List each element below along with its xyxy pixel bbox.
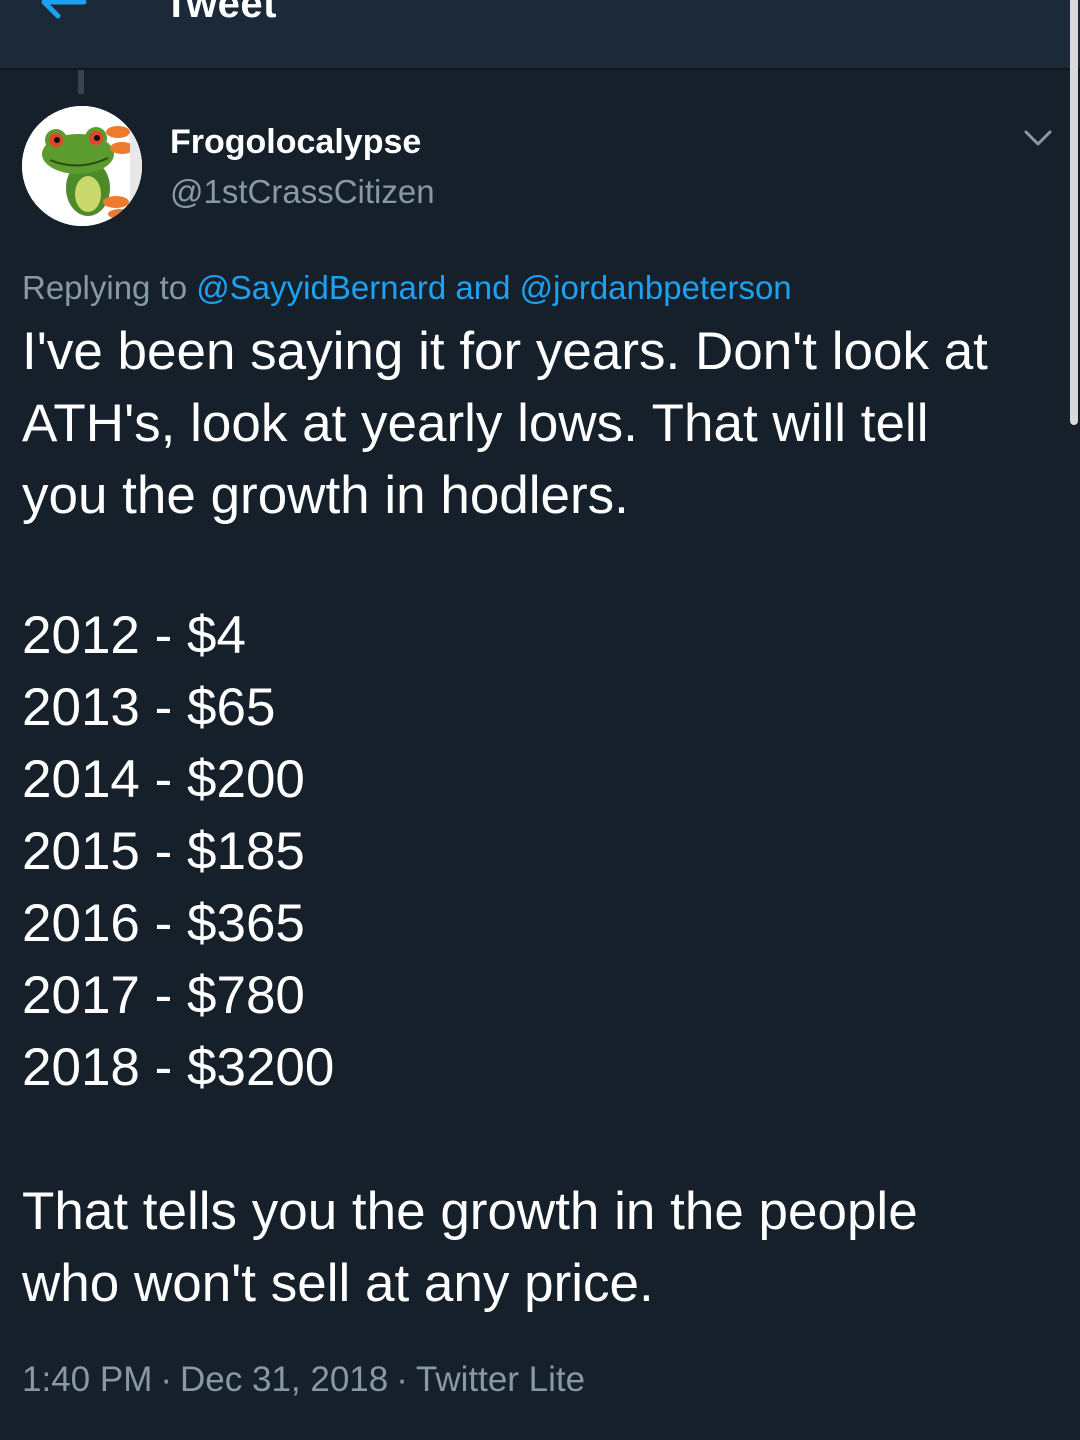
display-name[interactable]: Frogolocalypse [170, 122, 421, 162]
scrollbar-thumb[interactable] [1070, 0, 1078, 425]
tweet-metadata: 1:40 PM · Dec 31, 2018 · Twitter Lite [22, 1358, 585, 1402]
list-item: 2016 - $365 [22, 894, 305, 953]
back-arrow-icon[interactable] [36, 0, 88, 22]
top-bar: Tweet [0, 0, 1080, 70]
list-item: 2013 - $65 [22, 678, 276, 737]
tweet-intro-paragraph: I've been saying it for years. Don't loo… [22, 322, 988, 525]
tweet-body-intro: I've been saying it for years. Don't loo… [22, 316, 1052, 532]
list-item: 2015 - $185 [22, 822, 305, 881]
frog-avatar-icon [22, 106, 142, 226]
list-item: 2012 - $4 [22, 606, 246, 665]
tweet-body-closing: That tells you the growth in the people … [22, 1176, 1052, 1320]
list-item: 2018 - $3200 [22, 1038, 335, 1097]
thread-connector-line [78, 70, 84, 94]
mention-link-sayyidbernard[interactable]: @SayyidBernard [196, 269, 446, 306]
tweet-detail-screen: Tweet Frogolocalypse @1stCrassCitizen Re… [0, 0, 1080, 1440]
yearly-lows-list: 2012 - $4 2013 - $65 2014 - $200 2015 - … [22, 600, 334, 1104]
replying-to-label: Replying to [22, 269, 188, 306]
user-handle[interactable]: @1stCrassCitizen [170, 172, 435, 212]
meta-separator: · [160, 1360, 173, 1399]
mention-link-jordanbpeterson[interactable]: @jordanbpeterson [520, 269, 792, 306]
avatar[interactable] [22, 106, 142, 226]
tweet-date[interactable]: Dec 31, 2018 [180, 1360, 388, 1399]
list-item: 2014 - $200 [22, 750, 305, 809]
tweet-closing-paragraph: That tells you the growth in the people … [22, 1182, 918, 1313]
replying-to-line: Replying to @SayyidBernard and @jordanbp… [22, 266, 792, 310]
chevron-down-icon[interactable] [1022, 126, 1054, 150]
tweet-time[interactable]: 1:40 PM [22, 1360, 152, 1399]
meta-separator: · [396, 1360, 408, 1399]
list-item: 2017 - $780 [22, 966, 305, 1025]
tweet-source[interactable]: Twitter Lite [416, 1360, 585, 1399]
page-title: Tweet [164, 0, 277, 26]
mention-and-text[interactable]: and [455, 269, 510, 306]
scrollbar[interactable] [1066, 0, 1080, 430]
